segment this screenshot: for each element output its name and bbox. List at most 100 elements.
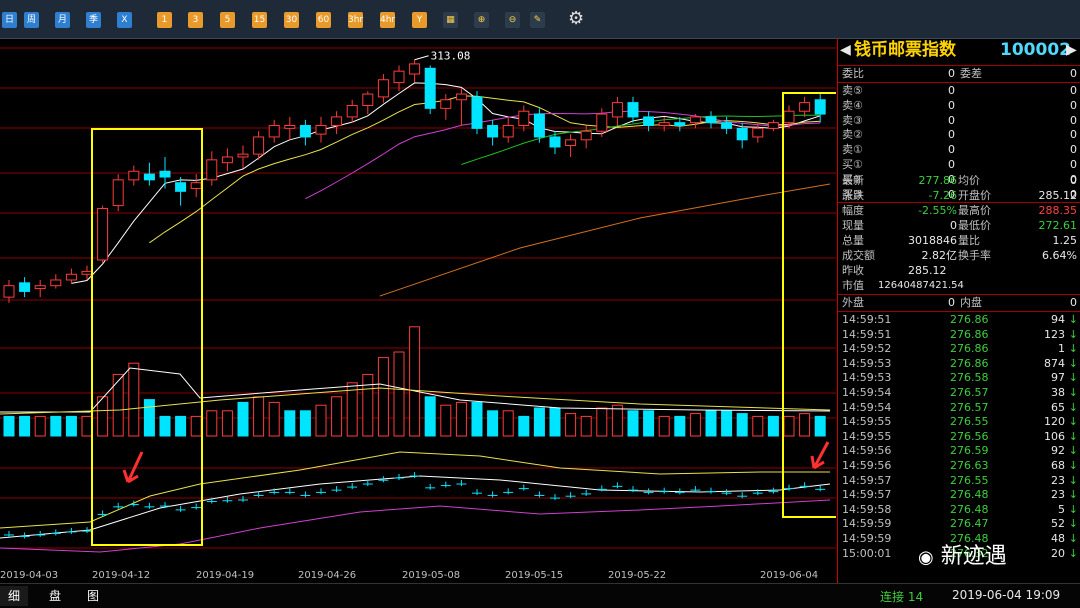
- candle-body: [752, 127, 764, 138]
- candle-body: [221, 156, 233, 164]
- period-button-季[interactable]: 季: [86, 12, 101, 28]
- volume-bar: [315, 404, 327, 437]
- volume-bar: [159, 415, 171, 437]
- tick-time: 14:59:54: [842, 386, 892, 399]
- tick-time: 14:59:54: [842, 400, 892, 414]
- tick-price: 276.59: [950, 444, 989, 458]
- period-button-周[interactable]: 周: [24, 12, 39, 28]
- book-label: 卖①: [842, 143, 863, 157]
- volume-bar: [50, 415, 62, 437]
- indicator-upper: [0, 451, 830, 529]
- period-button-X[interactable]: X: [117, 12, 132, 28]
- candle-body: [253, 136, 265, 155]
- down-arrow-icon: ↓: [1068, 371, 1078, 385]
- status-bar: 细 盘 图 连接 14 2019-06-04 19:09: [0, 583, 1080, 608]
- period-button-4hr[interactable]: 4hr: [380, 12, 395, 28]
- stat-label-2: 开盘价: [958, 189, 991, 202]
- period-button-日[interactable]: 日: [2, 12, 17, 28]
- volume-bar: [674, 415, 686, 437]
- period-button-3[interactable]: 3: [188, 12, 203, 28]
- x-axis-label: 2019-04-12: [92, 570, 150, 581]
- tick-volume: 106: [1044, 429, 1065, 443]
- tab-board[interactable]: 盘: [40, 586, 70, 606]
- candle-body: [299, 125, 311, 138]
- stat-label-2: 换手率: [958, 249, 991, 262]
- stat-label: 最新: [842, 174, 864, 187]
- stat-label-2: 最低价: [958, 219, 991, 232]
- stat-label: 成交额: [842, 249, 875, 262]
- ma-line-long: [379, 183, 831, 297]
- candle-body: [580, 130, 592, 141]
- x-axis-label: 2019-04-19: [196, 570, 254, 581]
- candle-body: [19, 282, 31, 292]
- period-button-3hr[interactable]: 3hr: [348, 12, 363, 28]
- candle-body: [65, 273, 77, 281]
- candle-body: [190, 182, 202, 189]
- candle-body: [409, 63, 421, 75]
- period-button-1[interactable]: 1: [157, 12, 172, 28]
- tick-price: 276.47: [950, 517, 989, 531]
- down-arrow-icon: ↓: [1068, 459, 1078, 472]
- candle-body: [34, 285, 46, 290]
- stat-label-2: 均价: [958, 174, 980, 187]
- tick-price: 276.48: [950, 488, 989, 502]
- volume-bar: [767, 415, 779, 437]
- weicha-label: 委差: [960, 67, 982, 80]
- x-axis-label: 2019-05-22: [608, 570, 666, 581]
- ma-line-10: [149, 95, 821, 244]
- tab-detail[interactable]: 细: [0, 586, 28, 606]
- tick-volume: 120: [1044, 415, 1065, 429]
- status-datetime: 2019-06-04 19:09: [952, 588, 1061, 602]
- volume-bar: [455, 401, 467, 437]
- period-button-5[interactable]: 5: [220, 12, 235, 28]
- candle-body: [97, 207, 109, 261]
- book-label: 卖②: [842, 128, 863, 142]
- gear-icon[interactable]: ⚙: [568, 8, 584, 29]
- volume-bar: [112, 373, 124, 437]
- volume-bar: [65, 415, 77, 437]
- period-button-60[interactable]: 60: [316, 12, 331, 28]
- draw-line-icon[interactable]: ✎: [530, 12, 545, 28]
- tick-price: 276.48: [950, 502, 989, 516]
- volume-bar: [299, 410, 311, 437]
- volume-bar: [611, 404, 623, 437]
- volume-bar: [128, 362, 140, 437]
- tick-volume: 5: [1058, 502, 1065, 516]
- tick-time: 14:59:58: [842, 502, 892, 516]
- candle-body: [81, 270, 93, 275]
- volume-bar: [424, 396, 436, 437]
- down-arrow-icon: ↓: [1068, 356, 1078, 370]
- volume-bar: [3, 415, 15, 437]
- candle-body: [627, 102, 639, 118]
- period-button-15[interactable]: 15: [252, 12, 267, 28]
- tick-time: 14:59:52: [842, 342, 892, 356]
- kline-chart[interactable]: 313.08 2019-04-03 2019-04-12 2019-04-19 2019…: [0, 38, 836, 583]
- next-arrow-icon: ▶: [1066, 42, 1077, 58]
- period-button-Y[interactable]: Y: [412, 12, 427, 28]
- volume-bar: [471, 401, 483, 437]
- tick-time: 14:59:59: [842, 532, 892, 545]
- volume-bar: [19, 415, 31, 437]
- volume-bar: [206, 410, 218, 437]
- x-axis-label: 2019-06-04: [760, 570, 818, 581]
- candle-body: [268, 125, 280, 138]
- candle-body: [596, 113, 608, 132]
- down-arrow-icon: ↓: [1068, 532, 1078, 545]
- stat-value: 277.86: [918, 174, 958, 187]
- weibi-label: 委比: [842, 67, 864, 80]
- tab-chart[interactable]: 图: [78, 586, 108, 606]
- period-button-月[interactable]: 月: [55, 12, 70, 28]
- period-button-30[interactable]: 30: [284, 12, 299, 28]
- candle-body: [346, 104, 358, 118]
- chart-tool-icon[interactable]: ▦: [443, 12, 458, 28]
- volume-bar: [34, 415, 46, 437]
- prev-arrow-icon: ◀: [840, 42, 851, 58]
- zoom-out-icon[interactable]: ⊖: [505, 12, 520, 28]
- volume-bar: [627, 410, 639, 437]
- candle-body: [159, 170, 171, 178]
- book-label: 卖③: [842, 113, 863, 127]
- ma-line-30: [461, 114, 821, 165]
- stat-value: -2.55%: [918, 204, 957, 217]
- volume-bar: [377, 357, 389, 437]
- zoom-in-icon[interactable]: ⊕: [474, 12, 489, 28]
